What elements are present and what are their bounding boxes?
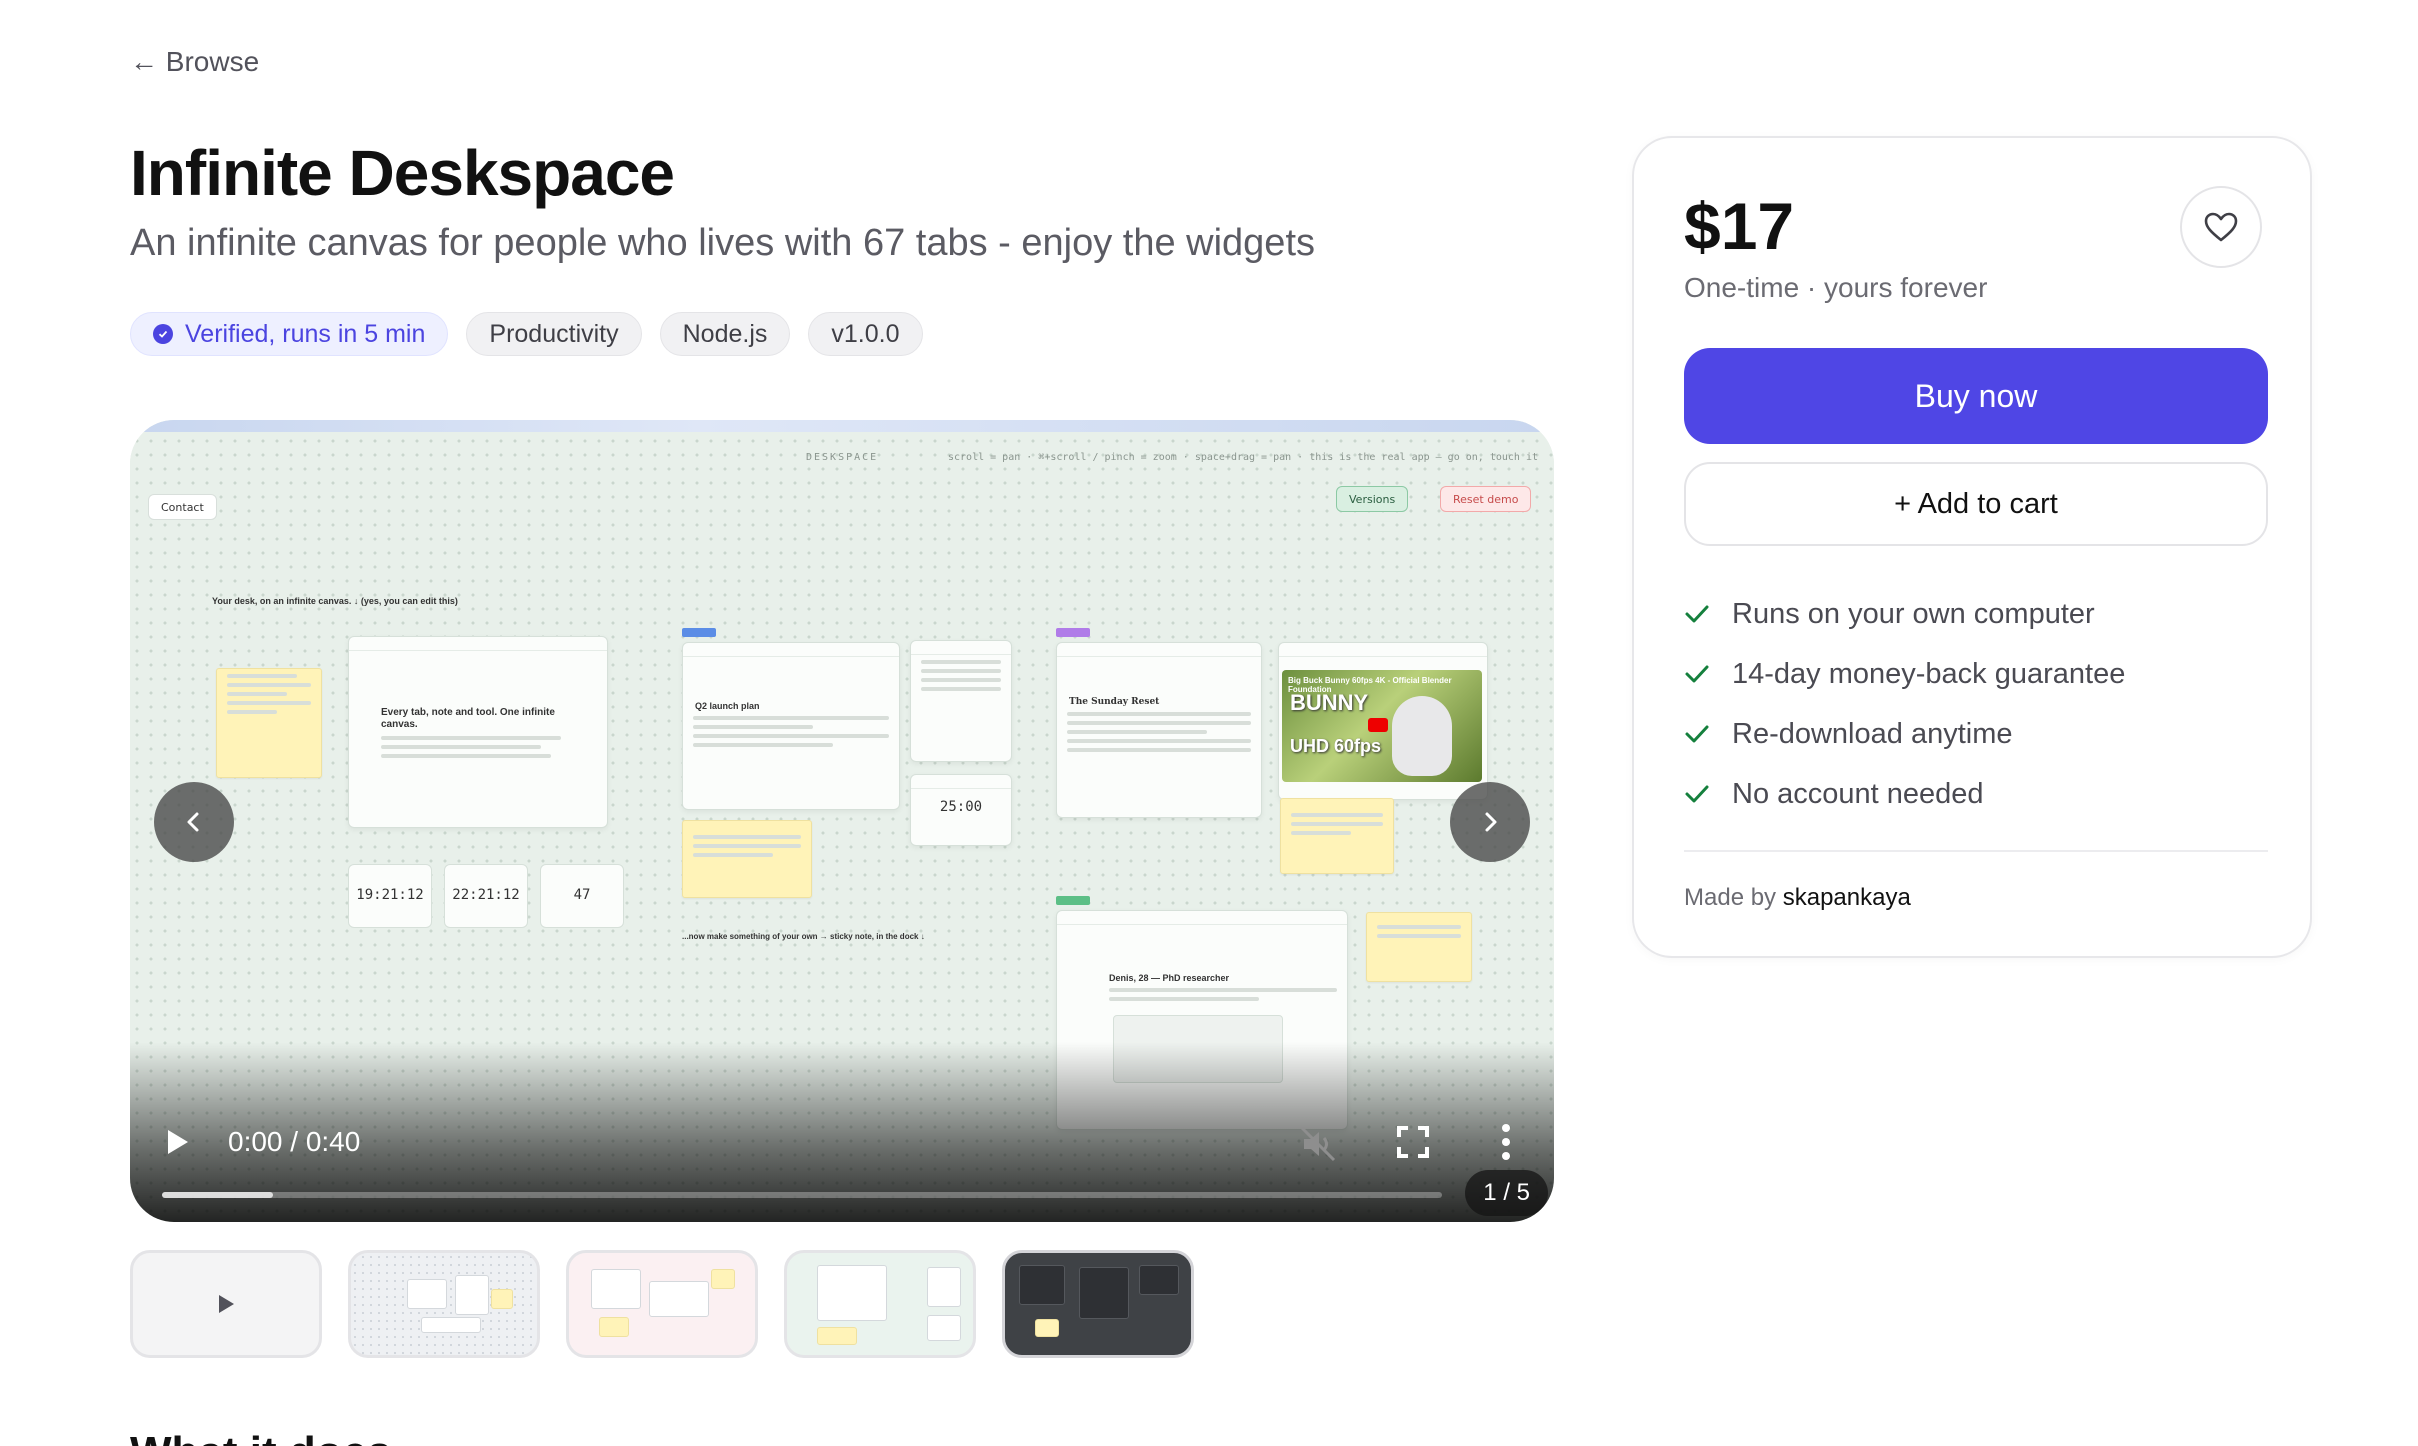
muted-speaker-icon[interactable] xyxy=(1298,1124,1338,1164)
play-icon xyxy=(219,1295,234,1313)
chevron-right-icon xyxy=(1485,812,1497,832)
add-to-cart-button[interactable]: + Add to cart xyxy=(1684,462,2268,546)
canvas-brand: DESKSPACE xyxy=(806,452,879,463)
feature-label: Runs on your own computer xyxy=(1732,597,2095,630)
maker-link[interactable]: skapankaya xyxy=(1783,884,1911,911)
video-controls: 0:00 / 0:40 1 / 5 xyxy=(130,1102,1554,1222)
check-icon xyxy=(1685,665,1709,683)
thumbnail-screenshot-4[interactable] xyxy=(1002,1250,1194,1358)
verified-check-icon xyxy=(153,324,173,344)
preview-checklist-window xyxy=(910,640,1012,762)
check-icon xyxy=(1685,605,1709,623)
preview-sticky-note-4 xyxy=(1366,912,1472,982)
preview-versions-chip: Versions xyxy=(1336,486,1409,512)
feature-item: No account needed xyxy=(1684,764,2125,824)
preview-video-thumbnail: Big Buck Bunny 60fps 4K - Official Blend… xyxy=(1282,670,1482,782)
canvas-header: DESKSPACE scroll = pan · ⌘+scroll / pinc… xyxy=(130,452,1554,470)
feature-label: No account needed xyxy=(1732,777,1984,810)
feature-label: 14-day money-back guarantee xyxy=(1732,657,2126,690)
preview-hero-window: Every tab, note and tool. One infinite c… xyxy=(348,636,608,828)
back-to-browse-link[interactable]: ← Browse xyxy=(130,46,259,78)
preview-timer: 25:00 xyxy=(939,799,983,815)
purchase-card: $17 One-time · yours forever Buy now + A… xyxy=(1632,136,2312,958)
video-progress-fill xyxy=(162,1192,274,1198)
media-thumbnails xyxy=(130,1250,1194,1358)
card-divider xyxy=(1684,850,2268,852)
buy-now-button[interactable]: Buy now xyxy=(1684,348,2268,444)
youtube-icon xyxy=(1368,718,1388,732)
section-heading: What it does xyxy=(130,1428,392,1446)
media-viewer[interactable]: DESKSPACE scroll = pan · ⌘+scroll / pinc… xyxy=(130,420,1554,1222)
feature-list: Runs on your own computer 14-day money-b… xyxy=(1684,584,2125,824)
thumbnail-screenshot-2[interactable] xyxy=(566,1250,758,1358)
product-title: Infinite Deskspace xyxy=(130,137,675,209)
preview-q2-text: Q2 launch plan xyxy=(695,701,760,711)
feature-item: 14-day money-back guarantee xyxy=(1684,644,2125,704)
back-link-label: ← Browse xyxy=(130,46,260,77)
preview-reset-chip: Reset demo xyxy=(1440,486,1532,512)
tag-version: v1.0.0 xyxy=(808,312,923,356)
preview-timer-window: 25:00 xyxy=(910,774,1012,846)
more-options-icon[interactable] xyxy=(1500,1122,1512,1162)
previous-media-button[interactable] xyxy=(154,782,234,862)
preview-clock-1: 19:21:12 xyxy=(348,864,432,928)
canvas-hint: scroll = pan · ⌘+scroll / pinch = zoom ·… xyxy=(947,452,1538,463)
preview-video-big-text: BUNNY xyxy=(1290,690,1369,715)
favorite-button[interactable] xyxy=(2180,186,2262,268)
price: $17 xyxy=(1684,189,1795,263)
preview-profile-text: Denis, 28 — PhD researcher xyxy=(1109,973,1230,983)
preview-sticky-note xyxy=(216,668,322,778)
media-counter: 1 / 5 xyxy=(1465,1170,1548,1216)
preview-intro-text: Your desk, on an infinite canvas. ↓ (yes… xyxy=(212,596,458,606)
preview-sunday-text: The Sunday Reset xyxy=(1069,697,1160,707)
made-by-prefix: Made by xyxy=(1684,884,1777,911)
tag-list: Verified, runs in 5 min Productivity Nod… xyxy=(130,312,923,356)
thumbnail-screenshot-3[interactable] xyxy=(784,1250,976,1358)
next-media-button[interactable] xyxy=(1450,782,1530,862)
preview-sticky-note-3 xyxy=(1280,798,1394,874)
preview-video-uhd-text: UHD 60fps xyxy=(1290,736,1382,756)
heart-icon xyxy=(2204,212,2238,242)
check-icon xyxy=(1685,785,1709,803)
play-icon[interactable] xyxy=(160,1122,194,1162)
preview-hero-text: Every tab, note and tool. One infinite c… xyxy=(381,707,555,730)
preview-cta-text: ...now make something of your own → stic… xyxy=(682,932,925,941)
fullscreen-icon[interactable] xyxy=(1395,1124,1431,1160)
product-subtitle: An infinite canvas for people who lives … xyxy=(130,222,1315,264)
thumbnail-screenshot-1[interactable] xyxy=(348,1250,540,1358)
feature-label: Re-download anytime xyxy=(1732,717,2013,750)
check-icon xyxy=(1685,725,1709,743)
chevron-left-icon xyxy=(187,812,199,832)
feature-item: Runs on your own computer xyxy=(1684,584,2125,644)
price-note: One-time · yours forever xyxy=(1684,272,1988,303)
preview-q2-window: Q2 launch plan xyxy=(682,642,900,810)
preview-counter: 47 xyxy=(540,864,624,928)
preview-clock-2: 22:21:12 xyxy=(444,864,528,928)
tag-nodejs[interactable]: Node.js xyxy=(659,312,791,356)
video-time: 0:00 / 0:40 xyxy=(228,1126,361,1157)
feature-item: Re-download anytime xyxy=(1684,704,2125,764)
verified-badge: Verified, runs in 5 min xyxy=(130,312,449,356)
preview-sunday-window: The Sunday Reset xyxy=(1056,642,1262,818)
made-by: Made by skapankaya xyxy=(1684,884,1911,912)
video-progress-bar[interactable] xyxy=(162,1192,1442,1198)
browser-strip xyxy=(130,420,1554,432)
preview-contact-chip: Contact xyxy=(148,494,217,520)
preview-sticky-note-2 xyxy=(682,820,812,898)
thumbnail-video[interactable] xyxy=(130,1250,322,1358)
tag-productivity[interactable]: Productivity xyxy=(466,312,642,356)
verified-badge-label: Verified, runs in 5 min xyxy=(185,319,426,348)
